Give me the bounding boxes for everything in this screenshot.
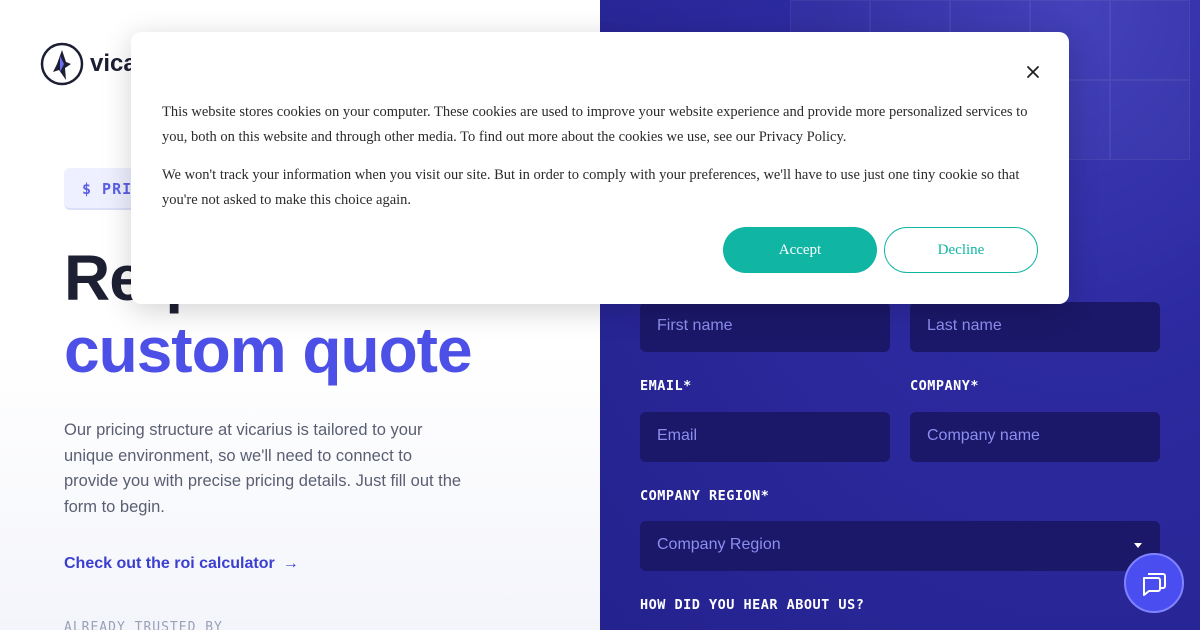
cookie-text-paragraph2: We won't track your information when you… bbox=[162, 167, 1020, 208]
trusted-by-label: ALREADY TRUSTED BY bbox=[64, 620, 223, 630]
wolf-logo-icon bbox=[40, 42, 84, 86]
company-input[interactable]: Company name bbox=[910, 412, 1160, 462]
arrow-right-icon: → bbox=[282, 555, 299, 572]
chevron-down-icon bbox=[1134, 543, 1142, 548]
email-label: EMAIL* bbox=[640, 378, 692, 394]
company-region-label: COMPANY REGION* bbox=[640, 488, 770, 504]
chat-icon bbox=[1143, 573, 1166, 596]
decline-button[interactable]: Decline bbox=[884, 227, 1038, 273]
chat-button[interactable] bbox=[1124, 553, 1184, 613]
cookie-text-paragraph1: This website stores cookies on your comp… bbox=[162, 104, 1028, 145]
close-icon[interactable] bbox=[1025, 64, 1041, 80]
first-name-input[interactable]: First name bbox=[640, 302, 890, 352]
hero-description: Our pricing structure at vicarius is tai… bbox=[64, 421, 462, 516]
page-title-line2: custom quote bbox=[64, 314, 473, 386]
email-input[interactable]: Email bbox=[640, 412, 890, 462]
roi-calculator-link[interactable]: Check out the roi calculator → bbox=[64, 555, 299, 573]
company-region-select[interactable]: Company Region bbox=[640, 521, 1160, 571]
company-region-value: Company Region bbox=[657, 536, 781, 553]
accept-button[interactable]: Accept bbox=[723, 227, 877, 273]
last-name-input[interactable]: Last name bbox=[910, 302, 1160, 352]
hear-about-label: HOW DID YOU HEAR ABOUT US? bbox=[640, 597, 865, 613]
roi-link-label: Check out the roi calculator bbox=[64, 555, 275, 572]
company-label: COMPANY* bbox=[910, 378, 980, 394]
cookie-consent-dialog: This website stores cookies on your comp… bbox=[131, 32, 1069, 304]
